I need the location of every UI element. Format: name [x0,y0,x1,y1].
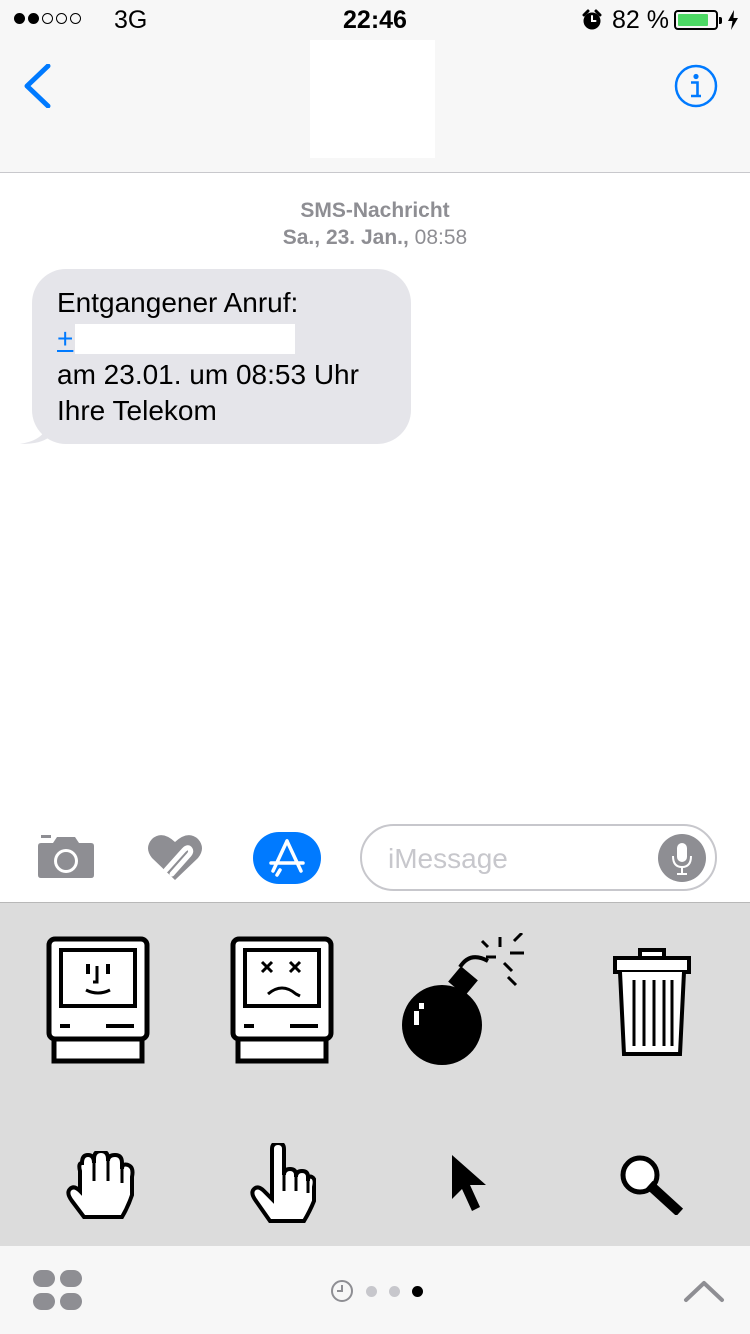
compose-bar [0,810,750,902]
app-drawer-bar [0,1246,750,1334]
page-dot[interactable] [389,1285,400,1297]
grid-cell [60,1270,82,1287]
grab-hand-icon[interactable] [66,1151,136,1219]
phone-link[interactable]: + [57,323,73,354]
page-indicator[interactable] [330,1279,423,1303]
alarm-clock-icon [582,9,602,30]
app-store-icon [269,839,305,877]
timestamp: Sa., 23. Jan., 08:58 [0,226,750,250]
magnifier-icon[interactable] [618,1153,684,1215]
message-line: Entgangener Anruf: [57,287,299,318]
bomb-icon[interactable] [400,933,532,1069]
pointing-hand-icon[interactable] [250,1143,316,1223]
sad-mac-icon[interactable] [230,936,334,1066]
message-line: Ihre Telekom [57,395,217,426]
grid-cell [33,1293,55,1310]
info-icon[interactable] [674,64,718,108]
bubble-tail [20,422,48,444]
sticker-drawer [0,902,750,1247]
message-line: am 23.01. um 08:53 Uhr [57,359,359,390]
app-store-button[interactable] [253,832,321,884]
arrow-cursor-icon[interactable] [450,1153,490,1215]
redacted-number [75,324,296,354]
status-bar: 3G 22:46 82 % [0,0,750,40]
battery-fill [678,14,708,26]
heart-touch-icon[interactable] [146,832,204,882]
navigation-bar [0,40,750,173]
message-bubble[interactable]: Entgangener Anruf: + am 23.01. um 08:53 … [20,269,411,444]
grid-cell [33,1270,55,1287]
page-dot[interactable] [366,1285,377,1297]
dictation-button[interactable] [658,834,706,882]
microphone-icon [672,843,692,875]
chevron-left-icon[interactable] [22,64,52,108]
battery-indicator [674,10,722,30]
bolt-icon [728,10,738,30]
battery-nub [719,17,722,24]
message-input-field[interactable] [360,824,717,891]
time-label: 08:58 [414,226,468,249]
battery-percent: 82 % [612,6,669,34]
service-label: SMS-Nachricht [300,199,450,222]
app-drawer-icon[interactable] [33,1270,85,1312]
contact-avatar[interactable] [310,40,435,158]
camera-icon[interactable] [37,835,95,879]
chevron-up-icon[interactable] [683,1278,725,1304]
page-dot-active[interactable] [412,1285,423,1297]
date-label: Sa., 23. Jan., [282,226,409,249]
clock-icon[interactable] [330,1279,354,1303]
message-input[interactable] [386,836,650,882]
grid-cell [60,1293,82,1310]
message-phone-line: + [57,321,387,357]
trash-can-icon[interactable] [612,948,692,1060]
happy-mac-icon[interactable] [46,936,150,1066]
